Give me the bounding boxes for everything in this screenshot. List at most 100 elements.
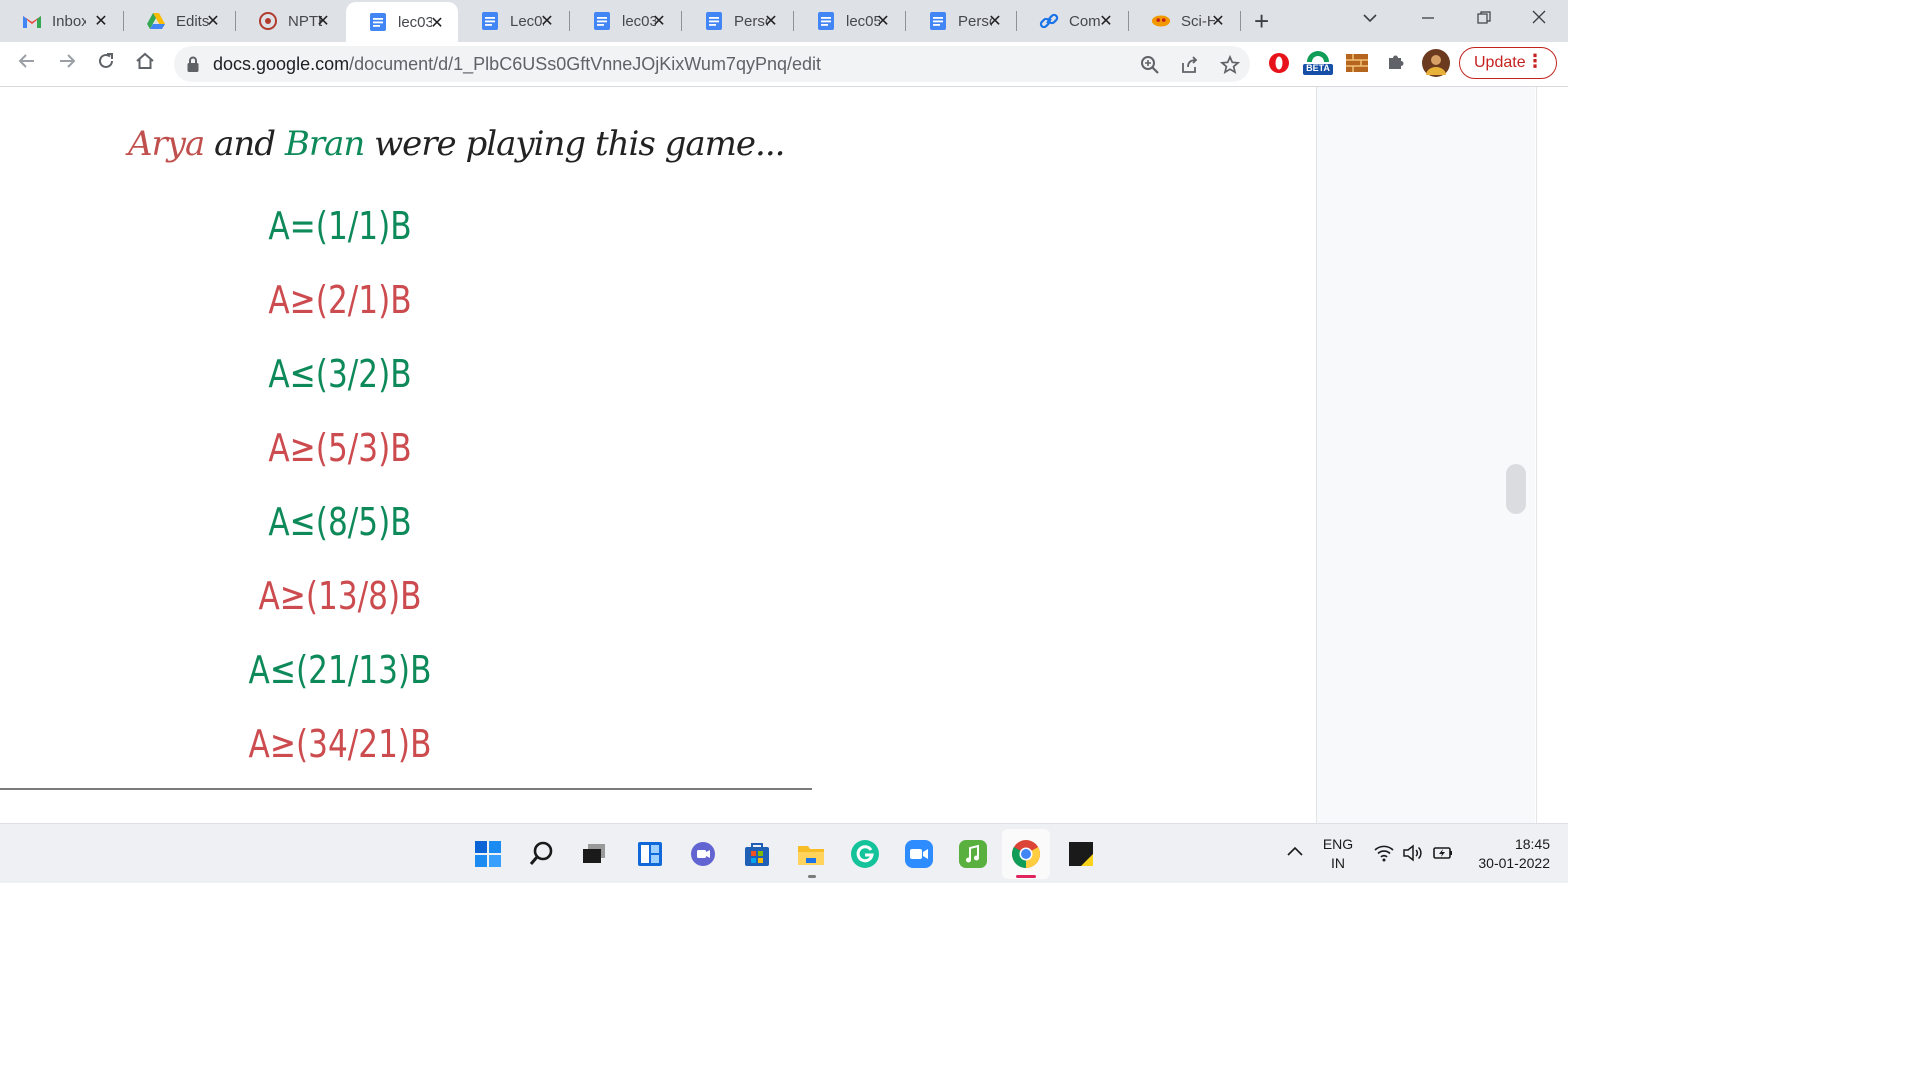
more-menu-icon[interactable]: ⋮	[1526, 51, 1544, 72]
name-arya: Arya	[128, 124, 205, 164]
equation-line: A≥(5/3)B	[268, 426, 412, 470]
language-indicator[interactable]: ENG IN	[1318, 836, 1358, 871]
tab-com[interactable]: Com ✕	[1017, 0, 1127, 42]
home-icon[interactable]	[134, 50, 156, 78]
forward-arrow-icon[interactable]	[56, 50, 78, 78]
heading-and: and	[204, 124, 285, 164]
close-tab-icon[interactable]: ✕	[1097, 11, 1115, 31]
new-tab-button[interactable]: +	[1254, 6, 1269, 37]
google-docs-icon	[368, 12, 388, 32]
grammarly-icon[interactable]	[849, 838, 881, 870]
brick-extension-icon[interactable]	[1346, 54, 1368, 77]
clock-date: 30-01-2022	[1478, 855, 1550, 871]
tab-perso-2[interactable]: Perso ✕	[906, 0, 1016, 42]
update-button[interactable]: Update ⋮	[1459, 47, 1557, 79]
close-window-icon[interactable]	[1531, 9, 1547, 30]
scrollbar-thumb[interactable]	[1506, 464, 1526, 514]
url-path: /document/d/1_PlbC6USs0GftVnneJOjKixWum7…	[349, 54, 822, 74]
back-arrow-icon[interactable]	[16, 50, 38, 78]
volume-icon[interactable]	[1402, 844, 1424, 867]
running-app-indicator	[808, 875, 816, 878]
active-app-indicator	[1016, 875, 1036, 878]
equation-line: A≥(13/8)B	[258, 574, 422, 618]
show-hidden-icons-chevron-icon[interactable]	[1286, 844, 1304, 862]
tab-inbox[interactable]: Inbox ✕	[0, 0, 122, 42]
chrome-icon[interactable]	[1010, 838, 1042, 870]
minimize-icon[interactable]	[1420, 10, 1436, 31]
language-code: ENG	[1322, 836, 1354, 852]
lock-icon[interactable]	[186, 55, 200, 78]
restore-icon[interactable]	[1476, 10, 1492, 31]
tab-nptel[interactable]: NPTE ✕	[236, 0, 344, 42]
close-tab-icon[interactable]: ✕	[204, 11, 222, 31]
share-icon[interactable]	[1180, 55, 1200, 80]
windows-taskbar: ENG IN 18:45 30-01-2022	[0, 823, 1568, 883]
zoom-app-icon[interactable]	[903, 838, 935, 870]
widgets-icon[interactable]	[634, 838, 666, 870]
google-docs-icon	[928, 11, 948, 31]
sci-hub-icon	[1151, 11, 1171, 31]
tab-perso[interactable]: Perso ✕	[682, 0, 792, 42]
clock[interactable]: 18:45 30-01-2022	[1466, 836, 1550, 871]
close-tab-icon[interactable]: ✕	[762, 11, 780, 31]
music-app-icon[interactable]	[957, 838, 989, 870]
url-domain: docs.google.com	[213, 54, 350, 74]
opera-extension-icon[interactable]	[1268, 52, 1290, 79]
clock-time: 18:45	[1514, 836, 1550, 852]
address-bar[interactable]: docs.google.com/document/d/1_PlbC6USs0Gf…	[174, 46, 1250, 82]
tab-lec02[interactable]: Lec02 ✕	[458, 0, 568, 42]
tab-search-chevron-icon[interactable]	[1362, 8, 1378, 29]
update-label: Update	[1474, 54, 1526, 71]
search-icon[interactable]	[526, 838, 558, 870]
close-tab-icon[interactable]: ✕	[92, 11, 110, 31]
heading-rest: were playing this game...	[364, 124, 785, 164]
close-tab-icon[interactable]: ✕	[650, 11, 668, 31]
reload-icon[interactable]	[95, 50, 117, 78]
zoom-icon[interactable]	[1140, 55, 1160, 80]
battery-icon[interactable]	[1432, 844, 1454, 867]
teams-chat-icon[interactable]	[687, 838, 719, 870]
bookmark-star-icon[interactable]	[1219, 54, 1241, 80]
close-tab-icon[interactable]: ✕	[538, 11, 556, 31]
close-tab-icon[interactable]: ✕	[986, 11, 1004, 31]
microsoft-store-icon[interactable]	[741, 838, 773, 870]
file-explorer-icon[interactable]	[795, 838, 827, 870]
google-docs-icon	[480, 11, 500, 31]
url-text[interactable]: docs.google.com/document/d/1_PlbC6USs0Gf…	[213, 54, 821, 75]
equation-line: A≤(8/5)B	[268, 500, 412, 544]
tab-lec03-active[interactable]: lec03 ✕	[346, 2, 458, 42]
equation-line: A≤(3/2)B	[268, 352, 412, 396]
profile-avatar[interactable]	[1422, 49, 1450, 82]
equation-line: A≥(2/1)B	[268, 278, 412, 322]
equation-line: A≥(34/21)B	[248, 722, 432, 766]
tab-divider	[1240, 11, 1241, 31]
document-canvas[interactable]	[0, 87, 1316, 823]
tab-title: lec03	[398, 13, 432, 31]
equation-line: A=(1/1)B	[268, 204, 412, 248]
close-tab-icon[interactable]: ✕	[314, 11, 332, 31]
close-tab-icon[interactable]: ✕	[428, 13, 446, 33]
gmail-icon	[22, 11, 42, 31]
tab-sci-hub[interactable]: Sci-H ✕	[1129, 0, 1239, 42]
task-view-icon[interactable]	[578, 838, 610, 870]
tab-edits[interactable]: Edits ✕	[124, 0, 234, 42]
sticky-notes-icon[interactable]	[1065, 838, 1097, 870]
wifi-icon[interactable]	[1374, 844, 1394, 867]
link-icon	[1039, 11, 1059, 31]
tab-strip: Inbox ✕ Edits ✕ NPTE ✕ lec03 ✕ Lec02 ✕	[0, 0, 1568, 42]
scrollbar-track[interactable]	[1536, 87, 1569, 823]
close-tab-icon[interactable]: ✕	[874, 11, 892, 31]
tab-lec05[interactable]: lec05 ✕	[794, 0, 904, 42]
tab-lec03[interactable]: lec03 ✕	[570, 0, 680, 42]
google-docs-icon	[704, 11, 724, 31]
start-icon[interactable]	[472, 838, 504, 870]
name-bran: Bran	[284, 124, 365, 164]
beta-badge: BETA	[1306, 63, 1330, 73]
google-docs-icon	[816, 11, 836, 31]
nptel-icon	[258, 11, 278, 31]
google-drive-icon	[146, 11, 166, 31]
close-tab-icon[interactable]: ✕	[1209, 11, 1227, 31]
extensions-puzzle-icon[interactable]	[1386, 52, 1406, 77]
beta-extension-icon[interactable]: BETA	[1302, 48, 1334, 81]
region-code: IN	[1331, 855, 1345, 871]
